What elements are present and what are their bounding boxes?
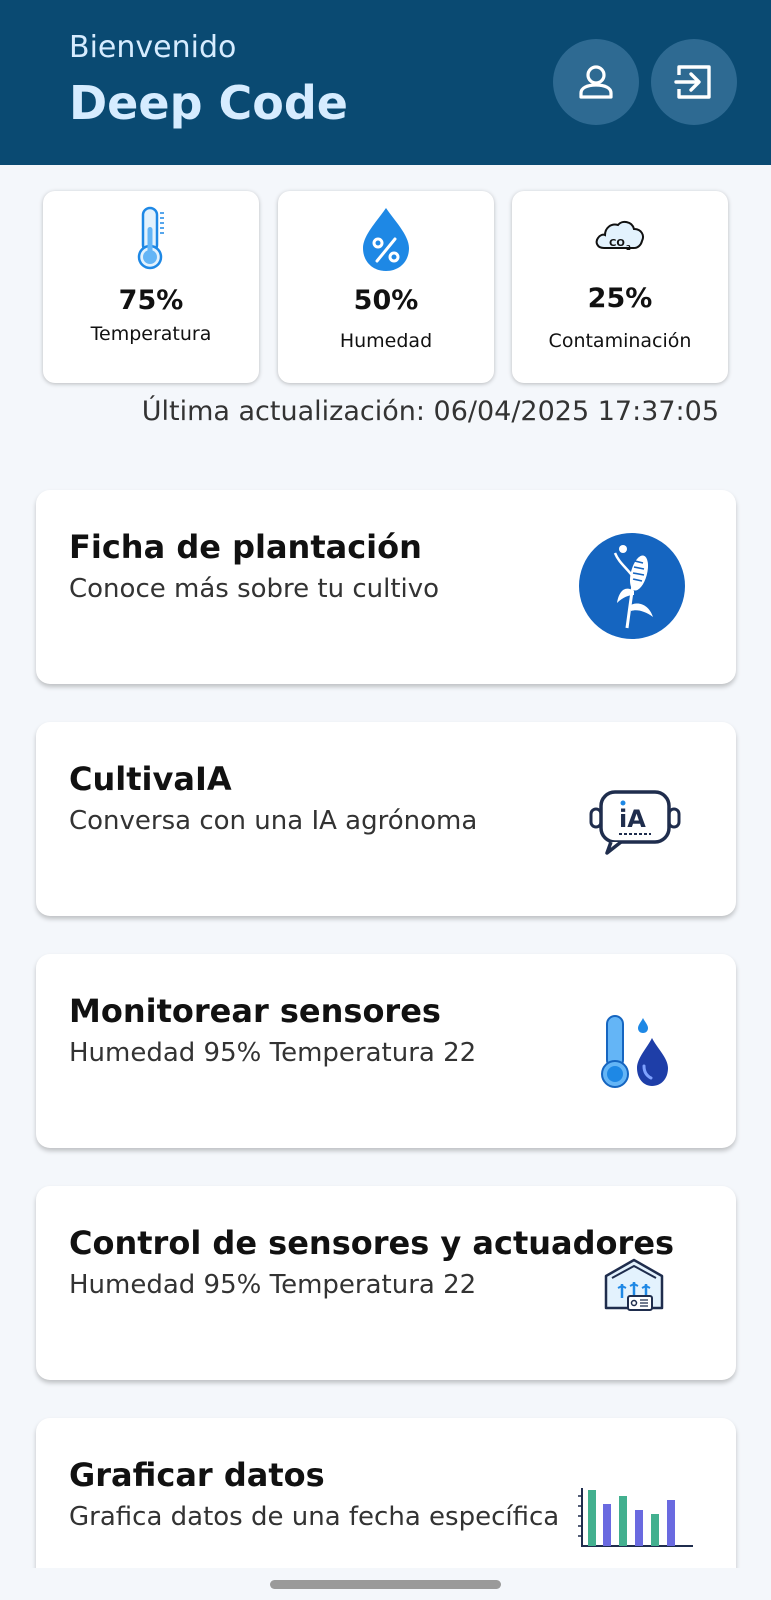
svg-text:2: 2 bbox=[626, 244, 631, 252]
co2-cloud-icon: CO 2 bbox=[595, 220, 644, 252]
card-subtitle: Conoce más sobre tu cultivo bbox=[69, 574, 440, 604]
card-subtitle: Grafica datos de una fecha específica bbox=[69, 1502, 560, 1532]
card-title: Control de sensores y actuadores bbox=[69, 1224, 675, 1262]
stat-card-contamination: CO 2 25% Contaminación bbox=[512, 191, 728, 383]
bar-chart-icon bbox=[578, 1488, 693, 1547]
home-gesture-handle[interactable] bbox=[270, 1580, 501, 1589]
system-nav-bar bbox=[0, 1568, 771, 1600]
thermometer-icon bbox=[137, 206, 164, 270]
greenhouse-icon bbox=[604, 1258, 664, 1311]
card-title: Graficar datos bbox=[69, 1456, 325, 1494]
greeting-text: Bienvenido bbox=[69, 30, 237, 65]
person-icon bbox=[579, 65, 613, 99]
logout-icon bbox=[674, 65, 711, 99]
stat-card-humidity: 50% Humedad bbox=[278, 191, 494, 383]
card-sensor-control[interactable]: Control de sensores y actuadores Humedad… bbox=[36, 1186, 736, 1380]
ai-chat-icon: iA bbox=[589, 790, 681, 855]
humidity-value: 50% bbox=[353, 285, 419, 316]
card-subtitle: Humedad 95% Temperatura 22 bbox=[69, 1270, 477, 1300]
card-title: Monitorear sensores bbox=[69, 992, 441, 1030]
last-update-text: Última actualización: 06/04/2025 17:37:0… bbox=[141, 396, 719, 427]
logout-button[interactable] bbox=[651, 39, 737, 125]
card-title: CultivaIA bbox=[69, 760, 232, 798]
card-cultivaia[interactable]: CultivaIA Conversa con una IA agrónoma i… bbox=[36, 722, 736, 916]
card-title: Ficha de plantación bbox=[69, 528, 422, 566]
temperature-value: 75% bbox=[118, 285, 184, 316]
card-monitor-sensors[interactable]: Monitorear sensores Humedad 95% Temperat… bbox=[36, 954, 736, 1148]
svg-text:CO: CO bbox=[609, 238, 625, 249]
card-plantation-sheet[interactable]: Ficha de plantación Conoce más sobre tu … bbox=[36, 490, 736, 684]
contamination-value: 25% bbox=[587, 283, 653, 314]
svg-text:iA: iA bbox=[619, 805, 646, 833]
app-header: Bienvenido Deep Code bbox=[0, 0, 771, 165]
corn-plant-icon bbox=[579, 533, 685, 639]
thermometer-drop-icon bbox=[601, 1015, 668, 1088]
stat-card-temperature: 75% Temperatura bbox=[43, 191, 259, 383]
humidity-label: Humedad bbox=[339, 330, 433, 352]
username-title: Deep Code bbox=[69, 76, 349, 130]
card-subtitle: Humedad 95% Temperatura 22 bbox=[69, 1038, 477, 1068]
contamination-label: Contaminación bbox=[548, 330, 692, 352]
card-subtitle: Conversa con una IA agrónoma bbox=[69, 806, 478, 836]
humidity-drop-icon bbox=[363, 208, 409, 271]
profile-button[interactable] bbox=[553, 39, 639, 125]
temperature-label: Temperatura bbox=[90, 323, 212, 345]
